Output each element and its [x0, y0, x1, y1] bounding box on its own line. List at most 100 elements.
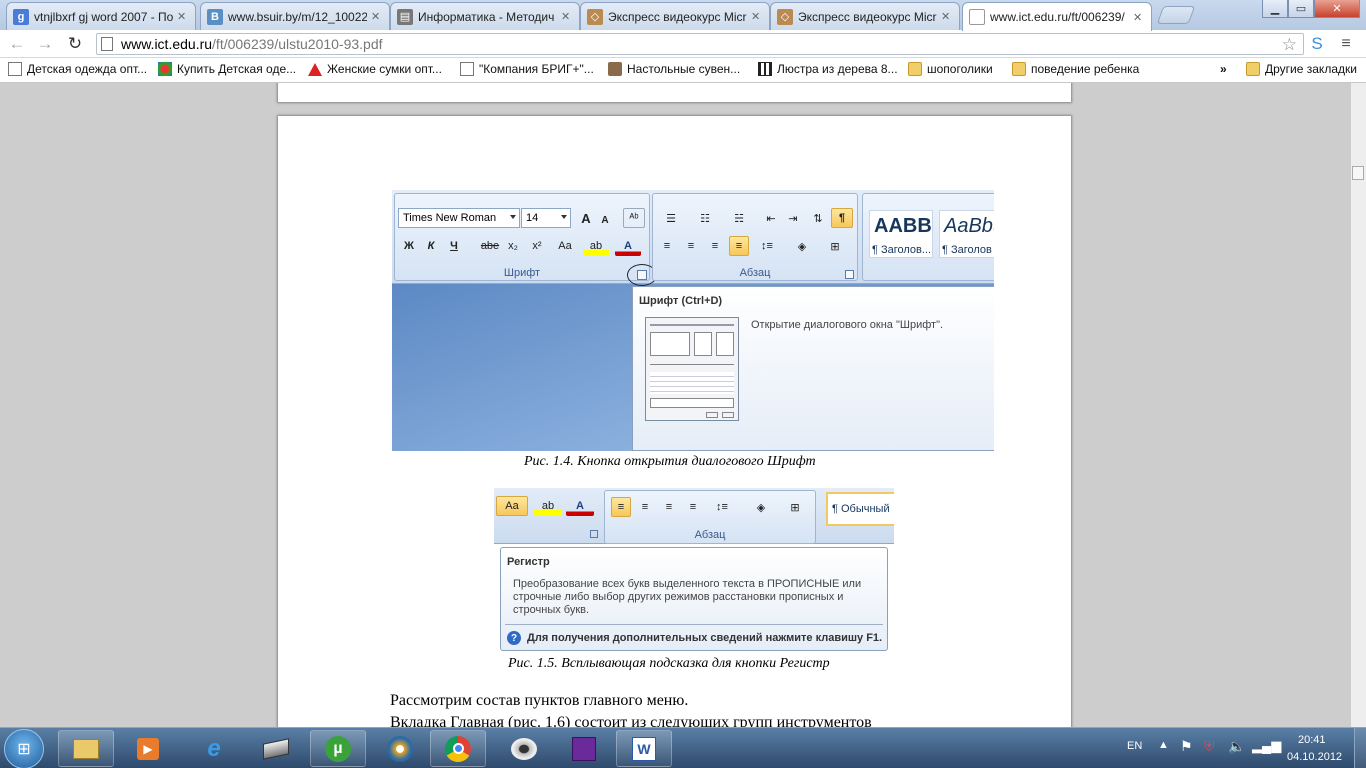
taskbar-media-app[interactable] — [372, 730, 428, 767]
taskbar-word[interactable]: W — [616, 730, 672, 767]
numbering-icon[interactable]: ☷ — [691, 208, 719, 228]
tab-4[interactable]: ◇ Экспресс видеокурс Micr ✕ — [580, 2, 770, 30]
borders-icon[interactable]: ⊞ — [781, 497, 809, 517]
bookmarks-overflow-button[interactable]: » — [1220, 62, 1227, 76]
tab-1[interactable]: g vtnjlbxrf gj word 2007 - По ✕ — [6, 2, 196, 30]
bookmark-item[interactable]: Настольные сувен... — [608, 62, 740, 76]
clock-time[interactable]: 20:41 — [1298, 734, 1326, 746]
show-formatting-icon[interactable]: ¶ — [831, 208, 853, 228]
borders-icon[interactable]: ⊞ — [821, 236, 849, 256]
scrollbar-thumb[interactable] — [1352, 166, 1364, 180]
change-case-button[interactable]: Aa — [551, 236, 579, 256]
action-center-flag-icon[interactable]: ⚑ — [1180, 738, 1193, 755]
close-icon[interactable]: ✕ — [371, 10, 383, 23]
show-desktop-button[interactable] — [1354, 728, 1366, 768]
taskbar-ie[interactable]: e — [186, 730, 242, 767]
bookmark-item[interactable]: Купить Детская оде... — [158, 62, 296, 76]
grow-font-button[interactable]: A — [577, 208, 595, 228]
security-shield-icon[interactable]: ⛨ — [1204, 738, 1215, 755]
skype-extension-icon[interactable]: S — [1306, 34, 1328, 54]
bookmark-item[interactable]: Люстра из дерева 8... — [758, 62, 898, 76]
bookmark-item[interactable]: "Компания БРИГ+"... — [460, 62, 594, 76]
subscript-button[interactable]: x₂ — [503, 236, 523, 256]
increase-indent-icon[interactable]: ⇥ — [783, 208, 803, 228]
taskbar-explorer[interactable] — [58, 730, 114, 767]
line-spacing-icon[interactable]: ↕≡ — [707, 497, 737, 517]
shrink-font-button[interactable]: A — [597, 210, 613, 230]
close-icon[interactable]: ✕ — [1133, 11, 1145, 24]
font-name-combo[interactable]: Times New Roman — [398, 208, 520, 228]
bookmark-folder[interactable]: шопоголики — [908, 62, 993, 76]
close-window-button[interactable]: ✕ — [1314, 0, 1360, 18]
justify-icon[interactable]: ≡ — [729, 236, 749, 256]
close-icon[interactable]: ✕ — [561, 10, 573, 23]
wrench-menu-icon[interactable]: ≡ — [1334, 34, 1358, 54]
clear-format-icon[interactable]: ᴬᵇ — [623, 208, 645, 228]
back-arrow-icon[interactable]: ← — [6, 34, 28, 54]
volume-icon[interactable]: 🔈 — [1228, 738, 1245, 755]
align-center-icon[interactable]: ≡ — [681, 236, 701, 256]
other-bookmarks-folder[interactable]: Другие закладки — [1246, 62, 1357, 76]
style-normal[interactable]: ¶ Обычный — [826, 492, 894, 526]
shading-icon[interactable]: ◈ — [745, 497, 777, 517]
dialog-launcher-icon[interactable] — [845, 270, 854, 279]
document-background — [392, 284, 632, 451]
multilevel-list-icon[interactable]: ☵ — [725, 208, 753, 228]
tab-6-active[interactable]: www.ict.edu.ru/ft/006239/ ✕ — [962, 2, 1152, 31]
dialog-launcher-icon[interactable] — [637, 270, 647, 280]
align-right-icon[interactable]: ≡ — [659, 497, 679, 517]
underline-button[interactable]: Ч — [445, 236, 463, 256]
forward-arrow-icon[interactable]: → — [34, 34, 56, 54]
font-color-icon[interactable]: A — [566, 496, 594, 516]
font-size-combo[interactable]: 14 — [521, 208, 571, 228]
bookmark-item[interactable]: Детская одежда опт... — [8, 62, 147, 76]
language-indicator[interactable]: EN — [1127, 740, 1142, 752]
align-left-icon[interactable]: ≡ — [611, 497, 631, 517]
tab-2[interactable]: B www.bsuir.by/m/12_10022 ✕ — [200, 2, 390, 30]
bullets-icon[interactable]: ☰ — [657, 208, 685, 228]
style-heading2[interactable]: AaBb( ¶ Заголов — [939, 210, 994, 258]
justify-icon[interactable]: ≡ — [683, 497, 703, 517]
align-center-icon[interactable]: ≡ — [635, 497, 655, 517]
taskbar-save-app[interactable] — [556, 730, 612, 767]
network-signal-icon[interactable]: ▂▄▆ — [1252, 738, 1281, 754]
close-icon[interactable]: ✕ — [177, 10, 189, 23]
shading-icon[interactable]: ◈ — [787, 236, 817, 256]
new-tab-button[interactable] — [1156, 6, 1196, 24]
highlight-icon[interactable]: ab — [583, 236, 609, 256]
align-left-icon[interactable]: ≡ — [657, 236, 677, 256]
tab-5[interactable]: ◇ Экспресс видеокурс Micr ✕ — [770, 2, 960, 30]
bold-button[interactable]: Ж — [400, 236, 418, 256]
maximize-button[interactable]: ▭ — [1288, 0, 1314, 18]
taskbar-chrome[interactable] — [430, 730, 486, 767]
bookmark-item[interactable]: Женские сумки опт... — [308, 62, 442, 76]
close-icon[interactable]: ✕ — [751, 10, 763, 23]
highlight-icon[interactable]: ab — [534, 496, 562, 516]
font-color-icon[interactable]: A — [615, 236, 641, 256]
minimize-button[interactable]: ▁ — [1262, 0, 1288, 18]
strikethrough-button[interactable]: abe — [479, 236, 501, 256]
superscript-button[interactable]: x² — [527, 236, 547, 256]
change-case-button[interactable]: Aa — [496, 496, 528, 516]
sort-icon[interactable]: ⇅ — [807, 208, 829, 228]
taskbar-scanner[interactable] — [248, 730, 304, 767]
decrease-indent-icon[interactable]: ⇤ — [761, 208, 781, 228]
line-spacing-icon[interactable]: ↕≡ — [753, 236, 781, 256]
dialog-launcher-icon[interactable] — [590, 530, 598, 538]
show-hidden-icons-icon[interactable]: ▲ — [1158, 739, 1169, 751]
align-right-icon[interactable]: ≡ — [705, 236, 725, 256]
address-bar[interactable]: www.ict.edu.ru/ft/006239/ulstu2010-93.pd… — [96, 33, 1304, 55]
bookmark-star-icon[interactable]: ☆ — [1282, 35, 1297, 55]
taskbar-utorrent[interactable]: µ — [310, 730, 366, 767]
bookmark-folder[interactable]: поведение ребенка — [1012, 62, 1139, 76]
italic-button[interactable]: К — [422, 236, 440, 256]
start-button[interactable]: ⊞ — [4, 729, 44, 768]
close-icon[interactable]: ✕ — [941, 10, 953, 23]
pdf-viewer[interactable]: Times New Roman 14 A A ᴬᵇ Ж К Ч abe x₂ x… — [0, 83, 1366, 727]
reload-icon[interactable]: ↻ — [64, 34, 86, 54]
style-heading1[interactable]: AABB ¶ Заголов... — [869, 210, 933, 258]
tab-3[interactable]: ▤ Информатика - Методич ✕ — [390, 2, 580, 30]
taskbar-webcam[interactable] — [496, 730, 552, 767]
clock-date[interactable]: 04.10.2012 — [1287, 751, 1342, 763]
taskbar-media-player[interactable]: ▶ — [120, 730, 176, 767]
